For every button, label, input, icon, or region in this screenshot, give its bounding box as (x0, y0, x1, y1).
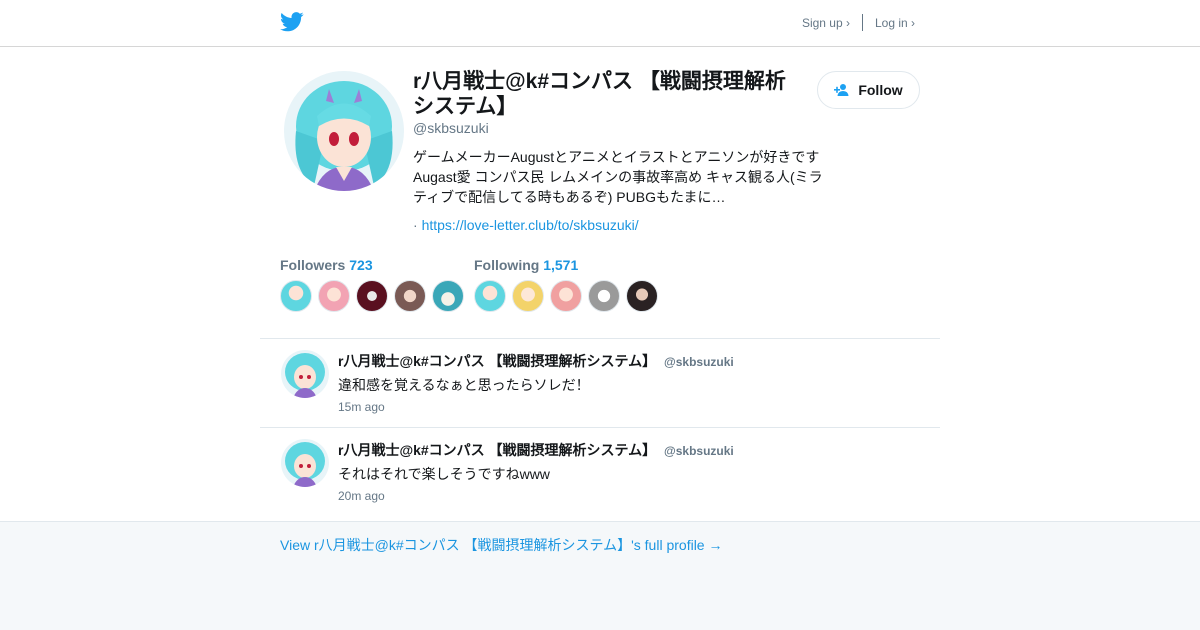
follower-avatar[interactable] (318, 280, 350, 312)
top-nav: Sign up › Log in › (0, 0, 1200, 47)
profile-avatar[interactable] (284, 71, 404, 191)
following-label: Following (474, 257, 540, 273)
following-avatar[interactable] (550, 280, 582, 312)
followers-count: 723 (349, 257, 373, 273)
auth-links: Sign up › Log in › (802, 14, 915, 31)
tweet-author-name[interactable]: r八月戦士@k#コンパス 【戦闘摂理解析システム】 (338, 442, 656, 458)
add-user-icon (834, 84, 849, 96)
tweet-avatar[interactable] (281, 439, 329, 487)
signup-link[interactable]: Sign up › (802, 16, 850, 30)
followers-block[interactable]: Followers 723 (280, 257, 470, 312)
profile-bio: ゲームメーカーAugustとアニメとイラストとアニソンが好きです Augast愛… (413, 149, 823, 205)
nav-divider (861, 14, 863, 31)
follow-label: Follow (858, 82, 903, 98)
following-title[interactable]: Following 1,571 (474, 257, 664, 273)
tweet-header: r八月戦士@k#コンパス 【戦闘摂理解析システム】 @skbsuzuki (338, 440, 734, 460)
tweet-timestamp[interactable]: 15m ago (338, 400, 385, 414)
following-avatar[interactable] (626, 280, 658, 312)
tweet-text: 違和感を覚えるなぁと思ったらソレだ！ (338, 377, 590, 393)
tweet-text: それはそれで楽しそうですねwww (338, 466, 550, 482)
follower-avatar[interactable] (394, 280, 426, 312)
follower-avatar[interactable] (356, 280, 388, 312)
followers-label: Followers (280, 257, 346, 273)
tweet-author-handle[interactable]: @skbsuzuki (664, 355, 734, 369)
profile-link-row: · https://love-letter.club/to/skbsuzuki/ (413, 217, 639, 233)
tweet-author-handle[interactable]: @skbsuzuki (664, 444, 734, 458)
tweet-avatar[interactable] (281, 350, 329, 398)
login-link[interactable]: Log in › (875, 16, 915, 30)
link-bullet: · (413, 217, 418, 233)
profile-footer: View r八月戦士@k#コンパス 【戦闘摂理解析システム】's full pr… (0, 521, 1200, 630)
following-avatar[interactable] (474, 280, 506, 312)
followers-title[interactable]: Followers 723 (280, 257, 470, 273)
following-avatars (474, 280, 664, 312)
follow-button[interactable]: Follow (817, 71, 920, 109)
follower-avatar[interactable] (280, 280, 312, 312)
following-avatar[interactable] (512, 280, 544, 312)
following-count: 1,571 (543, 257, 579, 273)
tweet-timestamp[interactable]: 20m ago (338, 489, 385, 503)
full-profile-link[interactable]: View r八月戦士@k#コンパス 【戦闘摂理解析システム】's full pr… (280, 535, 722, 555)
section-divider (260, 338, 940, 339)
profile-website-link[interactable]: https://love-letter.club/to/skbsuzuki/ (422, 217, 639, 233)
tweet-divider (260, 427, 940, 428)
tweet-author-name[interactable]: r八月戦士@k#コンパス 【戦闘摂理解析システム】 (338, 353, 656, 369)
tweet-header: r八月戦士@k#コンパス 【戦闘摂理解析システム】 @skbsuzuki (338, 351, 734, 371)
followers-avatars (280, 280, 470, 312)
profile-name: r八月戦士@k#コンパス 【戦闘摂理解析システム】 (413, 70, 786, 118)
profile-handle: @skbsuzuki (413, 120, 489, 136)
twitter-bird-icon[interactable] (280, 11, 304, 33)
follower-avatar[interactable] (432, 280, 464, 312)
following-block[interactable]: Following 1,571 (474, 257, 664, 312)
following-avatar[interactable] (588, 280, 620, 312)
